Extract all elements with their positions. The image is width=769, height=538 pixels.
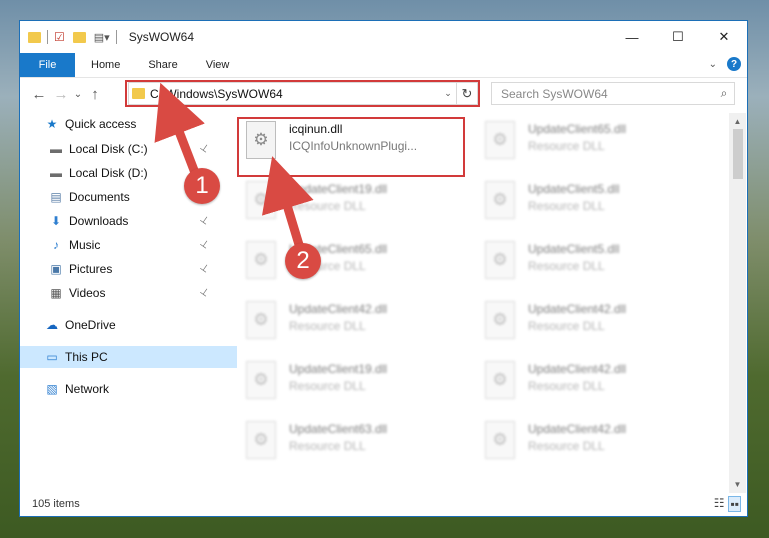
step-badge-2: 2 bbox=[285, 243, 321, 279]
arrow-1 bbox=[154, 82, 205, 180]
annotation-arrows bbox=[154, 82, 314, 250]
arrow-2 bbox=[261, 156, 314, 250]
step-badge-1: 1 bbox=[184, 168, 220, 204]
